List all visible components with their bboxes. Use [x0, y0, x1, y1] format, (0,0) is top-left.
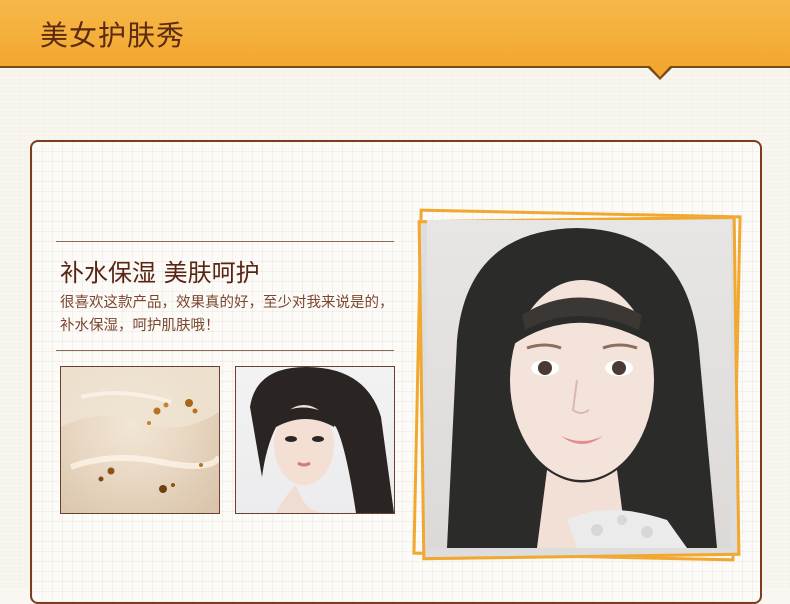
- section-heading: 补水保湿 美肤呵护: [60, 259, 260, 287]
- main-portrait-image: [427, 220, 731, 548]
- divider-top: [56, 241, 394, 242]
- portrait-thumbnail-image: [235, 366, 395, 514]
- cream-texture-illustration: [61, 367, 219, 493]
- header-notch-fill: [648, 64, 672, 77]
- header-title: 美女护肤秀: [40, 19, 186, 52]
- portrait-thumbnail-illustration: [250, 367, 394, 513]
- cream-texture-image: [60, 366, 220, 514]
- main-portrait-illustration: [447, 228, 717, 548]
- section-description: 很喜欢这款产品，效果真的好，至少对我来说是的，补水保湿，呵护肌肤哦！: [60, 295, 394, 334]
- divider-bottom: [56, 350, 394, 351]
- header-banner: 美女护肤秀: [0, 0, 790, 68]
